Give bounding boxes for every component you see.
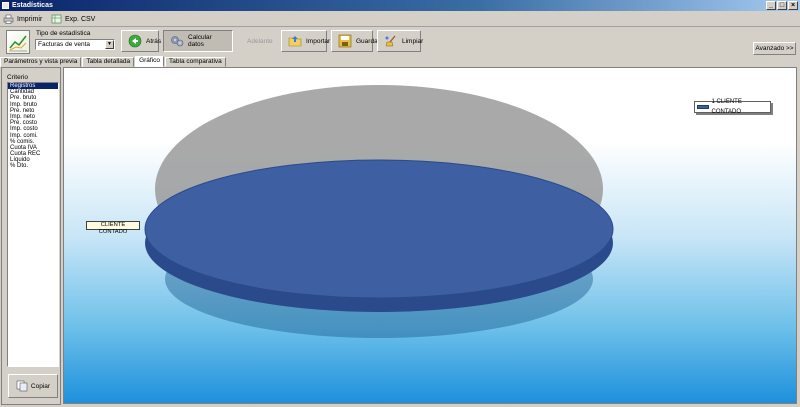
clear-button-label: Limpiar [402, 37, 424, 45]
folder-import-icon [288, 36, 302, 47]
minimize-button[interactable]: _ [766, 1, 776, 10]
menu-export-csv[interactable]: Exp. CSV [51, 13, 95, 25]
back-button-label: Atrás [146, 37, 162, 45]
advanced-button[interactable]: Avanzado >> [753, 42, 796, 55]
calculate-button[interactable]: Calcular datos [163, 30, 233, 52]
menu-bar: Imprimir Exp. CSV [0, 11, 800, 27]
app-icon [2, 2, 9, 9]
clear-button[interactable]: Limpiar [377, 30, 424, 52]
criterio-list-item[interactable]: % Dto. [8, 163, 58, 169]
toolbar: Tipo de estadística Facturas de venta ▼ … [0, 27, 800, 57]
csv-export-icon [51, 14, 62, 24]
copy-button-label: Copiar [30, 382, 51, 390]
criterio-panel: Criterio Registros Cantidad Pre. bruto Imp.… [1, 67, 61, 405]
legend-entry: 1 CLIENTE CONTADO [711, 99, 742, 115]
tab-comparative-table[interactable]: Tabla comparativa [165, 57, 226, 67]
tab-chart[interactable]: Gráfico [135, 56, 165, 67]
tab-parameters[interactable]: Parámetros y vista previa [0, 57, 82, 67]
back-button[interactable]: Atrás [121, 30, 162, 52]
maximize-button[interactable]: □ [777, 1, 787, 10]
printer-icon [3, 14, 14, 24]
next-button-label: Adelante [247, 37, 273, 45]
statistics-chart-icon [6, 30, 30, 54]
save-icon [338, 34, 352, 48]
pie-slice[interactable] [144, 159, 614, 299]
slice-label: CLIENTE CONTADO [86, 221, 140, 235]
import-button[interactable]: Importar [281, 30, 331, 52]
gears-icon [171, 36, 184, 47]
calculate-button-label: Calcular datos [188, 34, 212, 48]
criterio-label: Criterio [7, 74, 28, 81]
window-title-bar: Estadísticas _ □ × [0, 0, 800, 11]
pie-chart [144, 85, 614, 338]
window-title: Estadísticas [12, 2, 53, 9]
tab-detailed-table[interactable]: Tabla detallada [82, 57, 135, 67]
next-button[interactable]: Adelante [240, 30, 276, 52]
copy-button[interactable]: Copiar [8, 374, 58, 398]
chevron-down-icon[interactable]: ▼ [105, 40, 114, 49]
clear-broom-icon [385, 35, 396, 47]
statistic-type-label: Tipo de estadística [36, 30, 91, 37]
statistic-type-value: Facturas de venta [38, 41, 91, 48]
criterio-list[interactable]: Registros Cantidad Pre. bruto Imp. bruto Pre… [7, 82, 59, 367]
menu-export-csv-label: Exp. CSV [65, 15, 96, 23]
back-arrow-icon [128, 34, 142, 48]
chart-area: 1 CLIENTE CONTADO CLIENTE CONTADO [63, 67, 797, 404]
import-button-label: Importar [306, 37, 331, 45]
close-button[interactable]: × [788, 1, 798, 10]
statistic-type-select[interactable]: Facturas de venta ▼ [35, 39, 115, 50]
copy-icon [16, 380, 28, 392]
legend-swatch [697, 105, 709, 109]
menu-print[interactable]: Imprimir [3, 13, 42, 25]
chart-legend: 1 CLIENTE CONTADO [694, 99, 771, 115]
menu-print-label: Imprimir [17, 15, 43, 23]
save-button[interactable]: Guardar [331, 30, 380, 52]
tab-strip: Parámetros y vista previa Tabla detallad… [0, 56, 227, 67]
